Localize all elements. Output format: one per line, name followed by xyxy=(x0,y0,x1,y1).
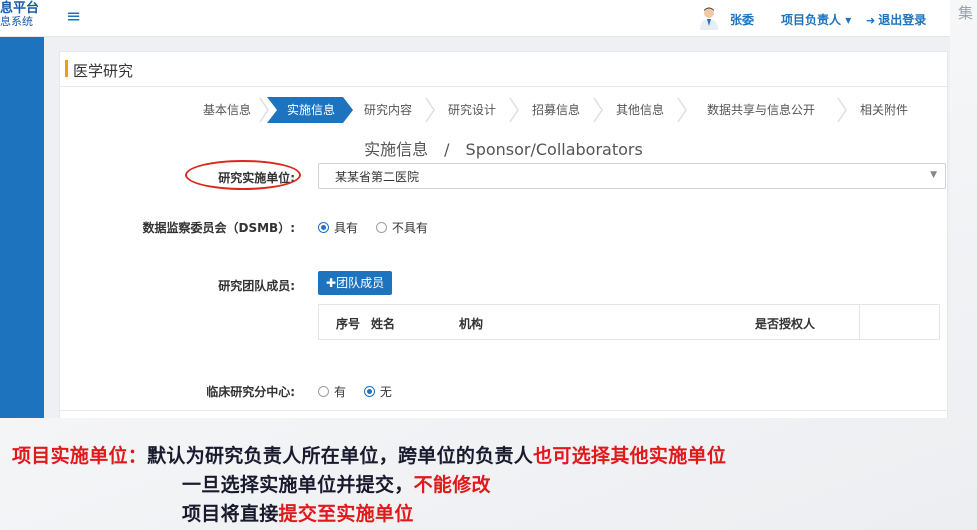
step-basic-info[interactable]: 基本信息 xyxy=(192,97,262,123)
step-recruitment-info[interactable]: 招募信息 xyxy=(520,97,592,123)
step-research-content[interactable]: 研究内容 xyxy=(352,97,424,123)
step-implementation-info[interactable]: 实施信息 xyxy=(274,97,348,123)
step-chevron xyxy=(593,97,603,123)
subcenter-option-yes-label: 有 xyxy=(334,385,347,399)
column-header-index: 序号 xyxy=(336,317,361,331)
role-dropdown[interactable]: 项目负责人 ▾ xyxy=(781,11,851,28)
caption-direct-note: 项目将直接 xyxy=(182,503,279,525)
caption-no-modify: 不能修改 xyxy=(413,474,491,496)
step-chevron xyxy=(509,97,519,123)
dsmb-radio-group: 具有 不具有 xyxy=(318,219,442,236)
plus-icon: ✚ xyxy=(326,276,337,290)
caret-down-icon: ▾ xyxy=(845,13,852,27)
column-header-authorized: 是否授权人 xyxy=(755,317,816,331)
add-team-member-button[interactable]: ✚团队成员 xyxy=(318,271,393,295)
brand-subtitle: 息系统 xyxy=(0,15,33,29)
logout-button[interactable]: ➜ 退出登录 xyxy=(866,11,926,28)
dsmb-option-no-label: 不具有 xyxy=(391,221,428,235)
step-chevron xyxy=(677,97,687,123)
dsmb-option-no[interactable]: 不具有 xyxy=(375,221,428,235)
panel-divider xyxy=(60,410,947,411)
dsmb-label: 数据监察委员会（DSMB）: xyxy=(142,221,296,235)
brand-logo: 息平台 息系统 xyxy=(0,1,42,34)
radio-checked-icon xyxy=(318,222,329,233)
team-member-table: 序号 姓名 机构 是否授权人 xyxy=(318,304,940,340)
hamburger-menu-icon[interactable]: ≡ xyxy=(66,6,81,27)
user-avatar-icon xyxy=(700,7,718,30)
panel-title: 医学研究 xyxy=(73,62,134,80)
step-chevron xyxy=(425,97,435,123)
step-wizard: 基本信息 实施信息 研究内容 研究设计 招募信息 其他信息 数据共享与信息公开 … xyxy=(192,97,942,123)
subcenter-radio-group: 有 无 xyxy=(318,383,406,400)
step-research-design[interactable]: 研究设计 xyxy=(436,97,508,123)
sidebar xyxy=(0,37,44,418)
subcenter-option-yes[interactable]: 有 xyxy=(318,385,346,399)
caption-cross-unit-note: 也可选择其他实施单位 xyxy=(533,445,727,467)
caption-line-2: 一旦选择实施单位并提交，不能修改 xyxy=(182,470,491,497)
caption-line-1: 项目实施单位：默认为研究负责人所在单位，跨单位的负责人也可选择其他实施单位 xyxy=(12,441,726,468)
caption-submit-target: 提交至实施单位 xyxy=(278,503,414,525)
caption-lead: 项目实施单位： xyxy=(12,445,148,467)
column-divider xyxy=(859,305,860,339)
unit-select-value: 某某省第二医院 xyxy=(335,170,420,184)
top-navbar: 息平台 息系统 ≡ 张委 项目负责人 ▾ ➜ 退出登录 xyxy=(0,0,950,37)
subcenter-option-no-label: 无 xyxy=(379,385,392,399)
column-header-institution: 机构 xyxy=(459,317,484,331)
caption-submit-note: 一旦选择实施单位并提交， xyxy=(182,474,414,496)
main-content: 医学研究 基本信息 实施信息 研究内容 研究设计 招募信息 其他信息 数据共享与… xyxy=(44,37,950,418)
dsmb-option-yes[interactable]: 具有 xyxy=(318,221,358,235)
highlight-ellipse xyxy=(185,160,301,190)
step-chevron xyxy=(259,97,269,123)
caption-default-note: 默认为研究负责人所在单位，跨单位的负责人 xyxy=(147,445,534,467)
user-name-link[interactable]: 张委 xyxy=(730,11,754,28)
subcenter-option-no[interactable]: 无 xyxy=(363,385,392,399)
subcenter-label: 临床研究分中心: xyxy=(206,385,295,399)
dsmb-option-yes-label: 具有 xyxy=(334,221,359,235)
step-data-sharing[interactable]: 数据共享与信息公开 xyxy=(688,97,834,123)
role-label: 项目负责人 xyxy=(781,13,842,27)
title-accent-bar xyxy=(65,60,68,77)
step-other-info[interactable]: 其他信息 xyxy=(604,97,676,123)
edge-heading-fragment: 集 xyxy=(958,4,974,22)
step-attachments[interactable]: 相关附件 xyxy=(848,97,920,123)
caption-line-3: 项目将直接提交至实施单位 xyxy=(182,499,414,526)
dropdown-arrow-icon: ▼ xyxy=(930,170,937,180)
team-label: 研究团队成员: xyxy=(218,279,295,293)
radio-checked-icon xyxy=(363,386,375,397)
logout-icon: ➜ xyxy=(866,14,876,27)
section-title: 实施信息 / Sponsor/Collaborators xyxy=(364,140,643,159)
panel-header: 医学研究 xyxy=(60,52,947,87)
step-chevron xyxy=(837,97,847,123)
logout-label: 退出登录 xyxy=(878,13,927,27)
column-header-name: 姓名 xyxy=(371,317,396,331)
research-panel: 医学研究 基本信息 实施信息 研究内容 研究设计 招募信息 其他信息 数据共享与… xyxy=(59,51,948,418)
radio-unchecked-icon xyxy=(375,222,387,233)
unit-select[interactable]: 某某省第二医院 ▼ xyxy=(318,163,946,189)
add-member-label: 团队成员 xyxy=(336,276,385,290)
app-screenshot: 息平台 息系统 ≡ 张委 项目负责人 ▾ ➜ 退出登录 医学研究 基本信息 实施… xyxy=(0,0,950,418)
radio-unchecked-icon xyxy=(318,386,329,397)
